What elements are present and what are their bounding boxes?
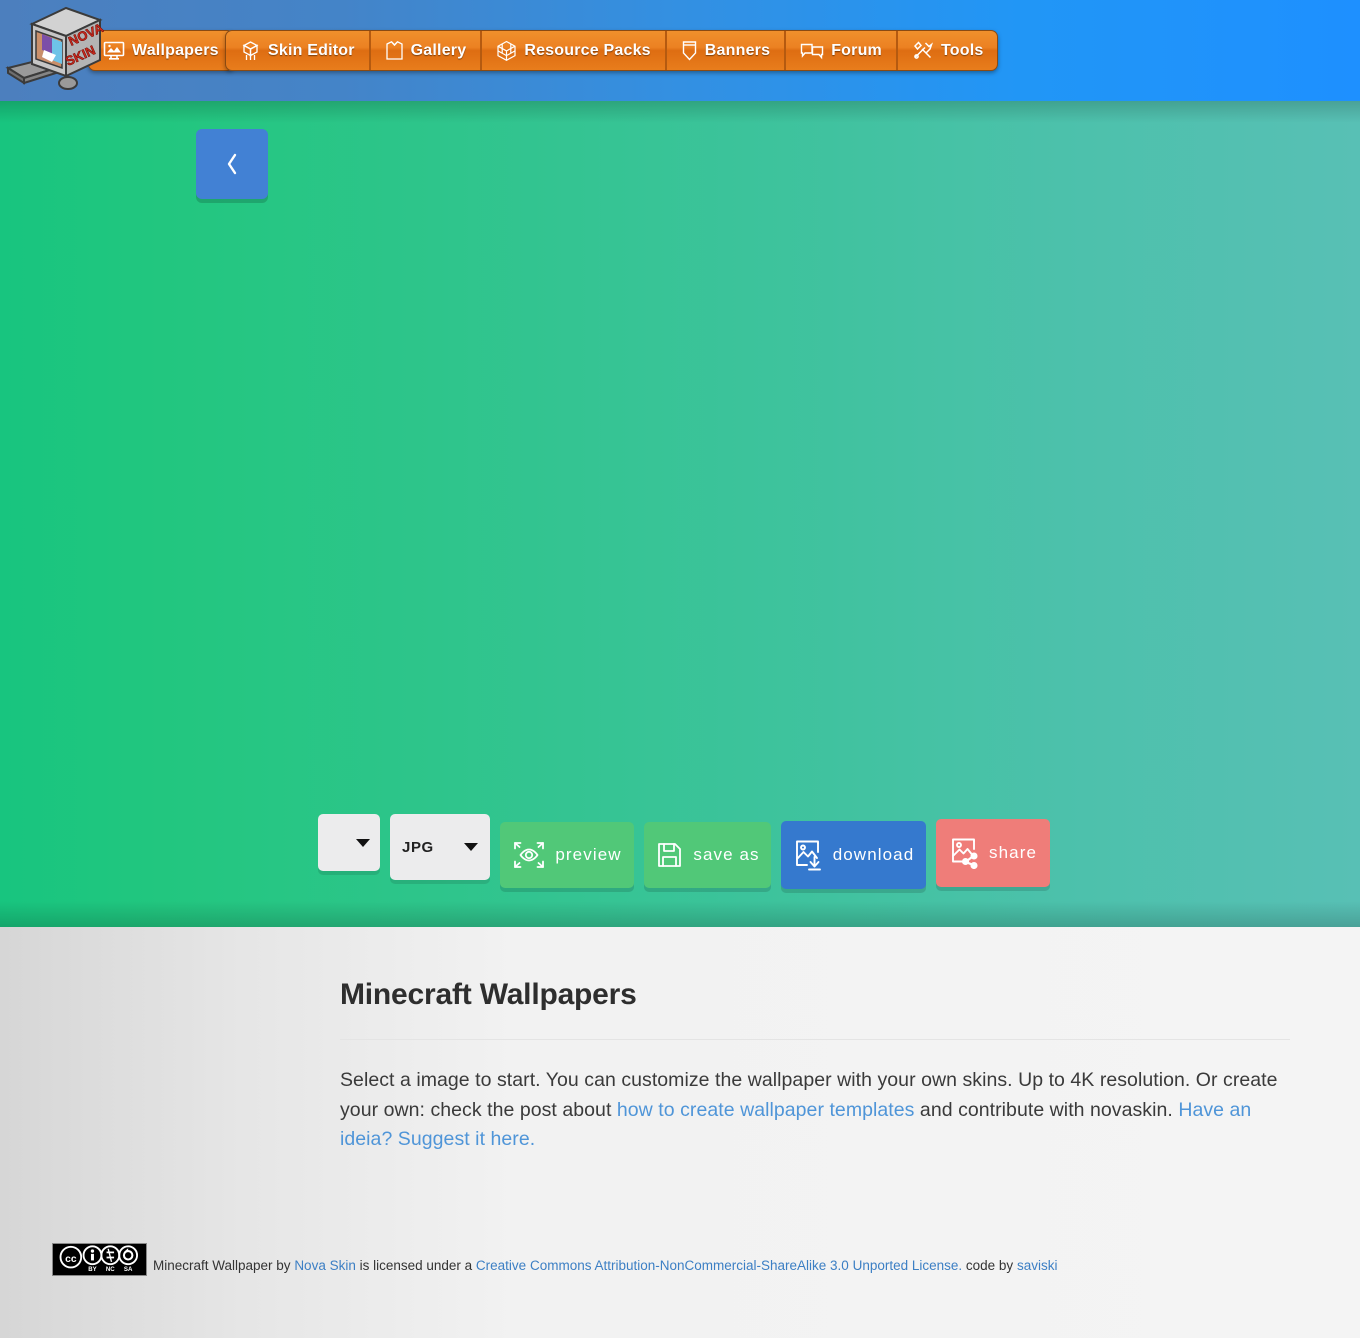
download-button-label: download (832, 845, 915, 864)
title-divider (340, 1039, 1290, 1040)
license-text: Minecraft Wallpaper by Nova Skin is lice… (153, 1258, 1057, 1276)
license-text-part3: code by (962, 1257, 1017, 1273)
nav-item-tools[interactable]: Tools (896, 31, 998, 70)
skin-character-icon (240, 40, 261, 62)
license-text-part1: Minecraft Wallpaper by (153, 1257, 295, 1273)
chevron-down-icon (464, 843, 478, 851)
image-share-icon (952, 838, 978, 869)
nav-item-skin-editor-label: Skin Editor (268, 41, 355, 59)
nav-item-wallpapers[interactable]: Wallpapers (89, 31, 233, 70)
nav-item-skin-editor[interactable]: Skin Editor (226, 31, 370, 70)
nav-item-gallery-label: Gallery (410, 41, 467, 59)
nav-item-forum-label: Forum (831, 41, 882, 59)
monitor-picture-icon (103, 41, 125, 61)
aspect-ratio-select[interactable] (318, 814, 380, 871)
svg-text:BY: BY (88, 1266, 96, 1273)
nav-item-gallery[interactable]: Gallery (369, 31, 482, 70)
save-as-button[interactable]: save as (644, 822, 771, 888)
banner-shield-icon (681, 40, 698, 62)
site-footer: cc BY NC SA Minecraft Wallpaper by Nova … (52, 1243, 1057, 1276)
cube-grid-icon (496, 40, 517, 62)
previous-wallpaper-button[interactable] (196, 129, 268, 199)
nav-item-resource-packs[interactable]: Resource Packs (481, 31, 666, 70)
primary-nav-group: Wallpapers (88, 30, 234, 71)
svg-text:SA: SA (124, 1266, 133, 1273)
wrench-screwdriver-icon (912, 40, 934, 61)
preview-button-label: preview (555, 845, 622, 864)
page-content: Minecraft Wallpapers Select a image to s… (0, 927, 1360, 1338)
image-download-icon (795, 840, 821, 871)
svg-text:NC: NC (106, 1266, 115, 1273)
chevron-left-icon (227, 153, 237, 175)
wallpaper-stage[interactable]: JPG preview save as download share (0, 101, 1360, 927)
speech-bubbles-icon (800, 41, 824, 60)
file-format-select[interactable]: JPG (390, 814, 490, 880)
share-button-label: share (988, 843, 1038, 862)
svg-text:cc: cc (65, 1254, 77, 1265)
nova-skin-logo-icon: NOVA SKIN (5, 6, 107, 90)
article-block: Minecraft Wallpapers Select a image to s… (340, 977, 1290, 1155)
intro-text-part2: and contribute with novaskin. (914, 1098, 1179, 1121)
nav-item-forum[interactable]: Forum (785, 31, 897, 70)
nav-item-banners[interactable]: Banners (665, 31, 786, 70)
license-link[interactable]: Creative Commons Attribution-NonCommerci… (476, 1258, 962, 1273)
nav-item-tools-label: Tools (940, 41, 984, 59)
wallpaper-templates-link[interactable]: how to create wallpaper templates (617, 1099, 915, 1121)
nav-item-banners-label: Banners (704, 41, 771, 59)
file-format-value: JPG (402, 838, 434, 856)
nav-item-resource-packs-label: Resource Packs (524, 41, 651, 59)
share-button[interactable]: share (936, 819, 1050, 887)
save-as-button-label: save as (693, 845, 760, 864)
intro-paragraph: Select a image to start. You can customi… (340, 1066, 1290, 1155)
chevron-down-icon (356, 838, 370, 847)
nova-skin-link[interactable]: Nova Skin (294, 1258, 356, 1273)
preview-eye-expand-icon (514, 842, 545, 868)
main-nav-group: Skin Editor Gallery Resource Packs Banne… (225, 30, 999, 71)
nova-skin-logo[interactable]: NOVA SKIN (4, 2, 107, 98)
preview-button[interactable]: preview (500, 822, 634, 888)
shirt-icon (385, 40, 404, 61)
download-button[interactable]: download (781, 821, 926, 889)
license-text-part2: is licensed under a (355, 1257, 476, 1273)
creative-commons-by-nc-sa-badge[interactable]: cc BY NC SA (52, 1243, 147, 1276)
author-link[interactable]: saviski (1017, 1258, 1058, 1273)
page-title: Minecraft Wallpapers (340, 978, 637, 1011)
floppy-disk-icon (658, 843, 682, 867)
nav-item-wallpapers-label: Wallpapers (132, 41, 219, 59)
site-header: NOVA SKIN Wallpapers Skin Editor Gallery… (0, 0, 1360, 101)
stage-action-toolbar: JPG preview save as download share (318, 814, 1050, 889)
